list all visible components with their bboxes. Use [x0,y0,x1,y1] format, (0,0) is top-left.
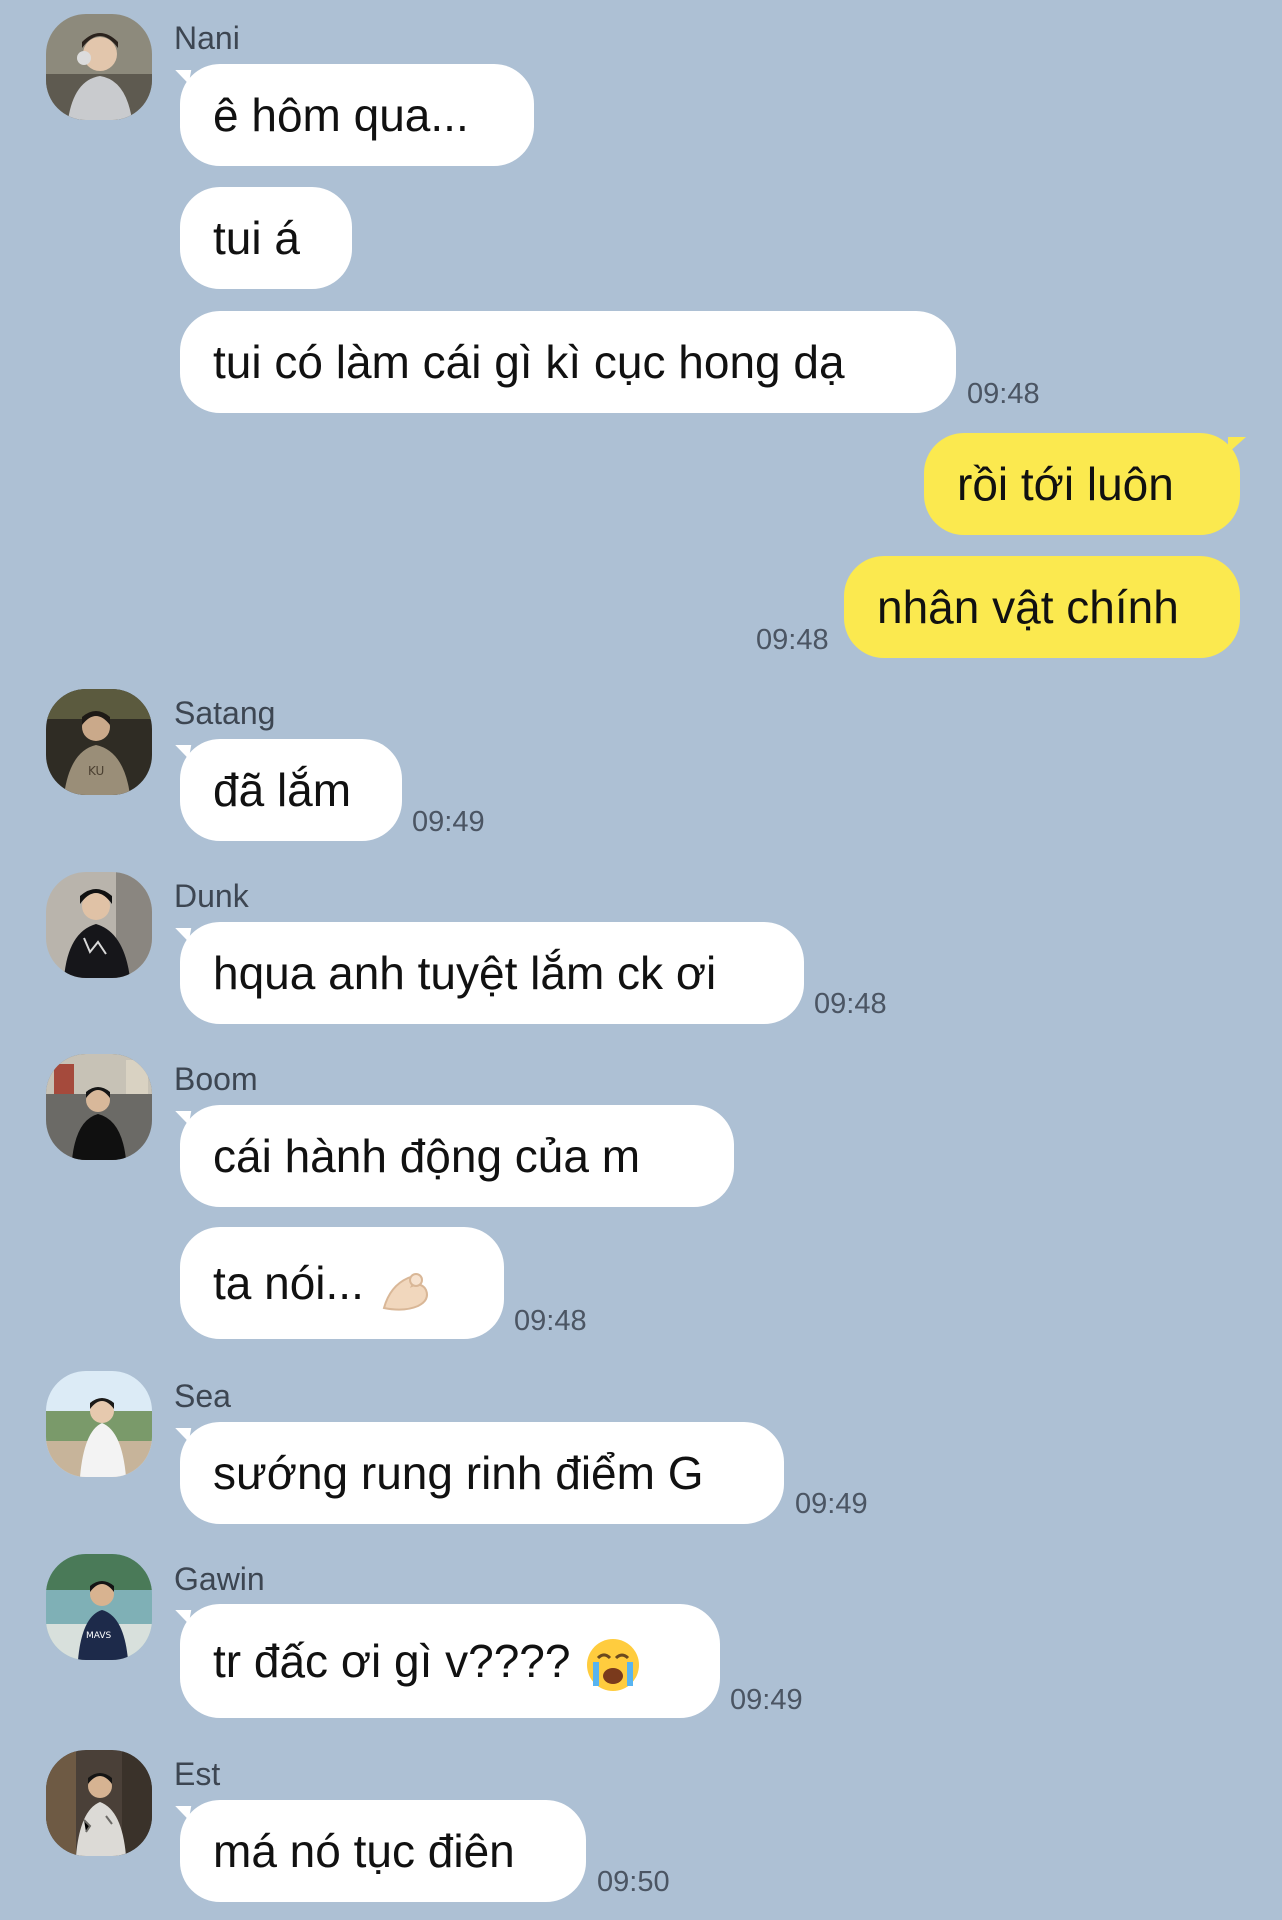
message-timestamp: 09:48 [514,1305,587,1337]
message-bubble[interactable]: má nó tục điên [180,1800,586,1902]
message-bubble[interactable]: ta nói... [180,1227,504,1339]
avatar-dunk[interactable] [46,872,152,978]
message-timestamp: 09:49 [795,1488,868,1520]
message-bubble[interactable]: cái hành động của m [180,1105,734,1207]
sender-name: Boom [174,1061,258,1097]
svg-text:MAVS: MAVS [86,1631,112,1641]
loudly-crying-face-emoji [584,1636,642,1694]
message-bubble[interactable]: tr đấc ơi gì v???? [180,1604,720,1718]
message-bubble[interactable]: tui á [180,187,352,289]
sender-name: Sea [174,1378,231,1414]
message-timestamp: 09:48 [967,378,1040,410]
message-text: ta nói... [213,1257,364,1309]
message-bubble-outgoing[interactable]: rồi tới luôn [924,433,1246,535]
avatar-sea[interactable] [46,1371,152,1477]
message-bubble[interactable]: đã lắm [180,739,402,841]
message-timestamp: 09:48 [814,988,887,1020]
message-bubble[interactable]: hqua anh tuyệt lắm ck ơi [180,922,804,1024]
message-timestamp: 09:49 [730,1684,803,1716]
chat-transcript[interactable]: Nani ê hôm qua... tui á tui có làm cái g… [0,0,1282,1920]
sender-name: Nani [174,20,240,56]
avatar-boom[interactable] [46,1054,152,1160]
sender-name: Satang [174,695,276,731]
message-bubble[interactable]: sướng rung rinh điểm G [180,1422,784,1524]
message-timestamp: 09:49 [412,806,485,838]
sender-name: Gawin [174,1561,265,1597]
sender-name: Est [174,1756,221,1792]
avatar-nani[interactable] [46,14,152,120]
avatar-gawin[interactable]: MAVS [46,1554,152,1660]
message-timestamp: 09:48 [756,624,829,656]
svg-text:KU: KU [88,764,104,778]
avatar-satang[interactable]: KU [46,689,152,795]
avatar-est[interactable] [46,1750,152,1856]
pinching-hand-emoji [378,1258,436,1316]
sender-name: Dunk [174,878,249,914]
message-bubble-outgoing[interactable]: nhân vật chính [844,556,1240,658]
message-bubble[interactable]: ê hôm qua... [180,64,534,166]
message-text: tr đấc ơi gì v???? [213,1635,571,1687]
message-bubble[interactable]: tui có làm cái gì kì cục hong dạ [180,311,956,413]
message-timestamp: 09:50 [597,1866,670,1898]
